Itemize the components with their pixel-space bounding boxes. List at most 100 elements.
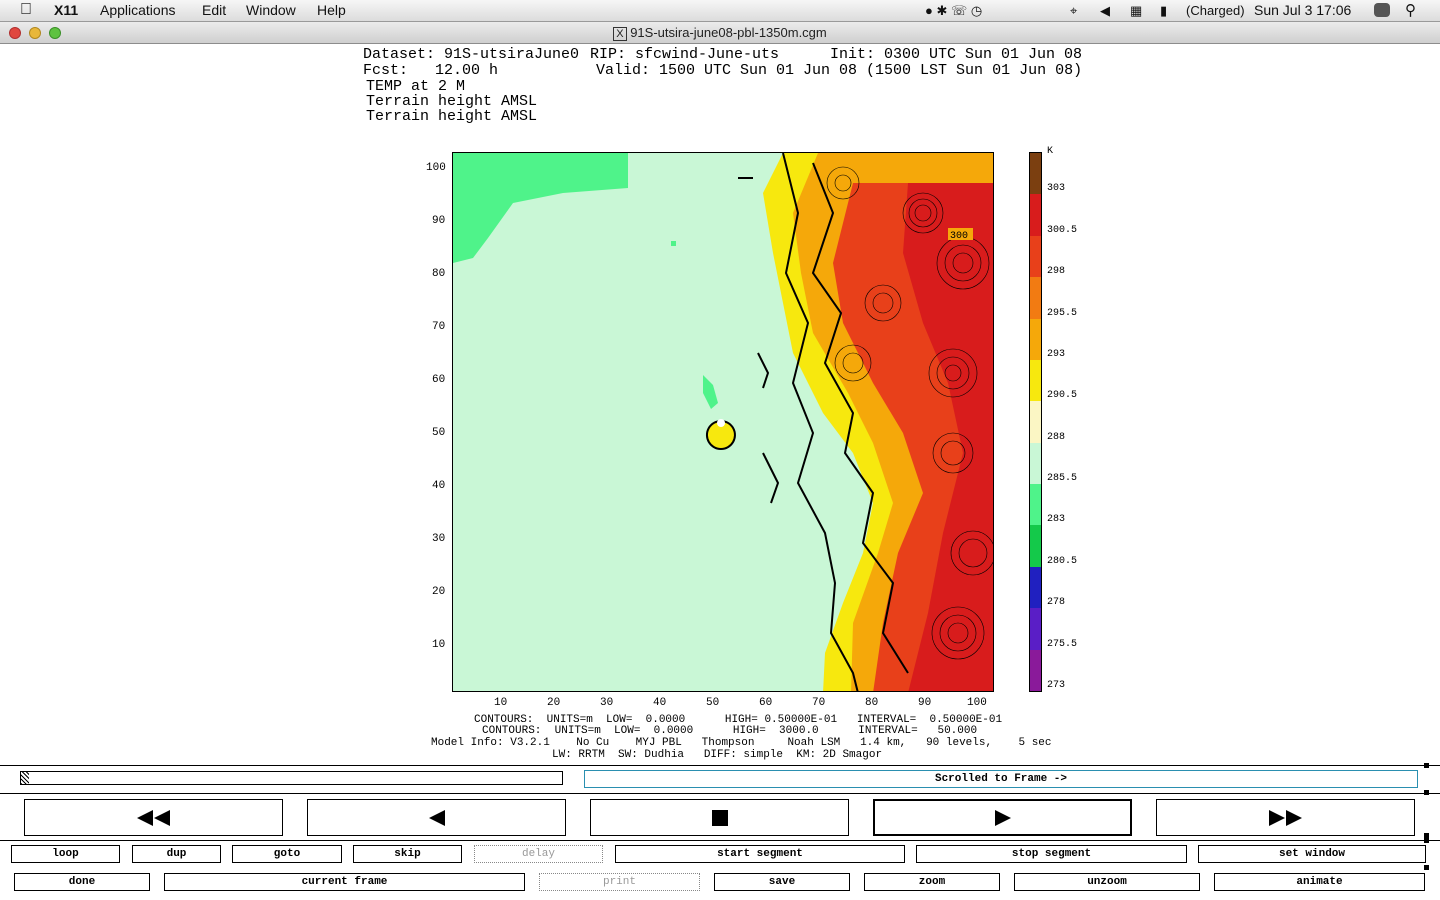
dup-button[interactable]: dup bbox=[132, 845, 221, 863]
unzoom-button[interactable]: unzoom bbox=[1014, 873, 1200, 891]
panel-divider bbox=[0, 793, 1440, 794]
window-title: 91S-utsira-june08-pbl-1350m.cgm bbox=[630, 25, 827, 40]
print-button[interactable]: print bbox=[539, 873, 700, 891]
fast-forward-icon bbox=[1268, 809, 1302, 826]
menu-app-name[interactable]: X11 bbox=[54, 2, 78, 18]
x-tick: 50 bbox=[706, 697, 720, 709]
spotlight-search-icon[interactable]: ⚲ bbox=[1405, 1, 1416, 19]
panel-divider bbox=[0, 840, 1440, 841]
menu-help[interactable]: Help bbox=[317, 2, 346, 18]
menu-window[interactable]: Window bbox=[246, 2, 296, 18]
colorbar-label: 295.5 bbox=[1047, 307, 1078, 319]
colorbar-label: 288 bbox=[1047, 431, 1066, 443]
window-titlebar: X 91S-utsira-june08-pbl-1350m.cgm bbox=[0, 22, 1440, 44]
save-button[interactable]: save bbox=[714, 873, 850, 891]
x-tick: 20 bbox=[547, 697, 561, 709]
stop-button[interactable] bbox=[590, 799, 849, 836]
fast-forward-button[interactable] bbox=[1156, 799, 1415, 836]
colorbar-swatch bbox=[1030, 401, 1041, 443]
colorbar-label: 280.5 bbox=[1047, 555, 1078, 567]
y-tick: 30 bbox=[432, 533, 446, 545]
header-rip: RIP: sfcwind-June-uts bbox=[590, 46, 780, 63]
skip-button[interactable]: skip bbox=[353, 845, 462, 863]
user-icon[interactable] bbox=[1374, 3, 1390, 17]
colorbar-label: 298 bbox=[1047, 266, 1066, 278]
colorbar-swatch bbox=[1030, 484, 1041, 526]
step-back-button[interactable] bbox=[307, 799, 566, 836]
resize-handle[interactable] bbox=[1424, 865, 1429, 870]
apple-icon[interactable]:  bbox=[20, 1, 32, 19]
header-field-terrain-2: Terrain height AMSL bbox=[366, 108, 538, 125]
start-segment-button[interactable]: start segment bbox=[615, 845, 905, 863]
x-tick: 80 bbox=[865, 697, 879, 709]
play-icon bbox=[994, 809, 1011, 826]
colorbar-swatch bbox=[1030, 566, 1041, 609]
colorbar-swatch bbox=[1030, 442, 1041, 484]
colorbar-label: 293 bbox=[1047, 348, 1066, 360]
colorbar-label: 285.5 bbox=[1047, 473, 1078, 485]
colorbar-label: 300.5 bbox=[1047, 224, 1078, 236]
rewind-button[interactable] bbox=[24, 799, 283, 836]
step-back-icon bbox=[428, 809, 445, 826]
colorbar-label: 283 bbox=[1047, 514, 1066, 526]
x-tick: 10 bbox=[494, 697, 508, 709]
goto-button[interactable]: goto bbox=[232, 845, 342, 863]
footer-model-info: Model Info: V3.2.1 No Cu MYJ PBL Thompso… bbox=[431, 737, 1052, 749]
header-init: Init: 0300 UTC Sun 01 Jun 08 bbox=[830, 46, 1083, 63]
loop-button[interactable]: loop bbox=[11, 845, 120, 863]
colorbar-unit: K bbox=[1047, 146, 1054, 157]
colorbar bbox=[1029, 152, 1042, 692]
y-tick: 60 bbox=[432, 374, 446, 386]
battery-icon[interactable]: ▮ bbox=[1160, 3, 1167, 19]
zoom-button[interactable]: zoom bbox=[864, 873, 1000, 891]
x11-window-icon: X bbox=[613, 27, 627, 41]
colorbar-swatch bbox=[1030, 153, 1041, 195]
status-icons[interactable]: ● ✱ ☏ ◷ bbox=[925, 3, 982, 19]
y-tick: 70 bbox=[432, 321, 446, 333]
colorbar-swatch bbox=[1030, 649, 1041, 691]
colorbar-swatch bbox=[1030, 277, 1041, 319]
resize-handle[interactable] bbox=[1424, 838, 1429, 843]
y-tick: 10 bbox=[432, 639, 446, 651]
x-tick: 40 bbox=[653, 697, 667, 709]
battery-status[interactable]: (Charged) bbox=[1186, 3, 1245, 18]
colorbar-swatch bbox=[1030, 318, 1041, 360]
resize-handle[interactable] bbox=[1424, 763, 1429, 768]
frame-status: Scrolled to Frame -> bbox=[584, 770, 1418, 788]
y-tick: 20 bbox=[432, 586, 446, 598]
header-field-temp: TEMP at 2 M bbox=[366, 78, 466, 95]
clock[interactable]: Sun Jul 3 17:06 bbox=[1254, 2, 1351, 18]
colorbar-swatch bbox=[1030, 235, 1041, 278]
animate-button[interactable]: animate bbox=[1214, 873, 1425, 891]
colorbar-swatch bbox=[1030, 525, 1041, 567]
menu-applications[interactable]: Applications bbox=[100, 2, 176, 18]
scrollbar-thumb[interactable] bbox=[21, 772, 29, 784]
frame-scrollbar[interactable] bbox=[20, 771, 563, 785]
delay-button[interactable]: delay bbox=[474, 845, 603, 863]
map-graphic: 300 bbox=[453, 153, 993, 691]
calendar-icon[interactable]: ▦ bbox=[1130, 3, 1142, 19]
rewind-icon bbox=[136, 809, 170, 826]
colorbar-label: 290.5 bbox=[1047, 390, 1078, 402]
colorbar-label: 303 bbox=[1047, 183, 1066, 195]
done-button[interactable]: done bbox=[14, 873, 150, 891]
footer-physics: LW: RRTM SW: Dudhia DIFF: simple KM: 2D … bbox=[552, 749, 883, 761]
current-frame-button[interactable]: current frame bbox=[164, 873, 525, 891]
volume-icon[interactable]: ◀ bbox=[1100, 3, 1110, 19]
play-button[interactable] bbox=[873, 799, 1132, 836]
header-field-terrain-1: Terrain height AMSL bbox=[366, 93, 538, 110]
set-window-button[interactable]: set window bbox=[1198, 845, 1426, 863]
menu-edit[interactable]: Edit bbox=[202, 2, 226, 18]
temperature-map[interactable]: 300 bbox=[452, 152, 994, 692]
footer-contours-2: CONTOURS: UNITS=m LOW= 0.0000 HIGH= 3000… bbox=[482, 725, 978, 737]
wifi-icon[interactable]: ⌖ bbox=[1070, 3, 1077, 19]
y-tick: 90 bbox=[432, 215, 446, 227]
colorbar-label: 273 bbox=[1047, 680, 1066, 691]
colorbar-swatch bbox=[1030, 608, 1041, 650]
colorbar-label: 275.5 bbox=[1047, 638, 1078, 650]
stop-segment-button[interactable]: stop segment bbox=[916, 845, 1187, 863]
x-tick: 30 bbox=[600, 697, 614, 709]
y-tick: 80 bbox=[432, 268, 446, 280]
resize-handle[interactable] bbox=[1424, 790, 1429, 795]
x-tick: 60 bbox=[759, 697, 773, 709]
